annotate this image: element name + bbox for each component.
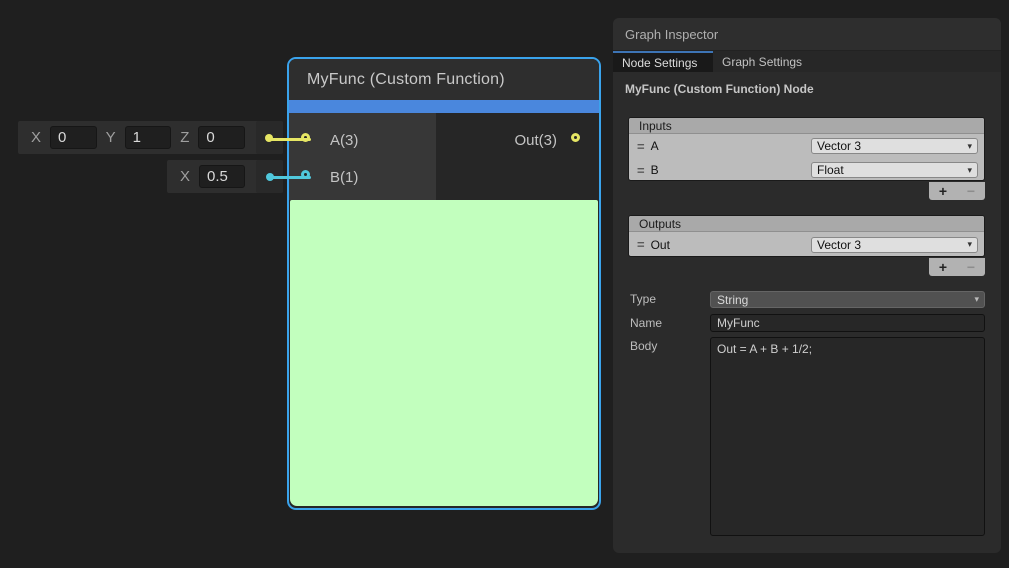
tab-node-settings[interactable]: Node Settings (613, 51, 713, 72)
input-b-type-dropdown[interactable]: Float ▾ (811, 162, 978, 178)
chevron-down-icon: ▾ (967, 165, 972, 176)
list-item[interactable]: = A Vector 3 ▾ (629, 134, 984, 158)
custom-function-node[interactable]: MyFunc (Custom Function) A(3) B(1) Out(3… (287, 57, 601, 510)
edge-vector3-to-a[interactable] (269, 138, 311, 141)
inputs-list-footer: + − (929, 182, 985, 200)
tab-graph-settings[interactable]: Graph Settings (713, 51, 816, 72)
z-axis-label: Z (180, 129, 189, 146)
input-a-type-dropdown[interactable]: Vector 3 ▾ (811, 138, 978, 154)
output-type-dropdown[interactable]: Vector 3 ▾ (811, 237, 978, 253)
float-input-node[interactable]: X 0.5 (167, 160, 283, 193)
z-value-field[interactable]: 0 (198, 126, 245, 149)
inspector-tab-bar: Node Settings Graph Settings (613, 51, 1001, 72)
port-label-out: Out(3) (514, 132, 557, 149)
remove-output-button[interactable]: − (967, 259, 975, 275)
x-axis-label: X (31, 129, 41, 146)
selected-node-label: MyFunc (Custom Function) Node (625, 82, 814, 96)
list-item[interactable]: = B Float ▾ (629, 158, 984, 181)
vector3-input-node[interactable]: X 0 Y 1 Z 0 (18, 121, 283, 154)
node-title: MyFunc (Custom Function) (307, 71, 505, 89)
inputs-list-title: Inputs (639, 119, 672, 133)
node-preview[interactable] (290, 200, 598, 506)
input-name: A (651, 139, 659, 153)
inspector-title-bar[interactable]: Graph Inspector (613, 18, 1001, 51)
type-label: Type (630, 292, 656, 306)
inputs-list-header: Inputs (629, 118, 984, 134)
node-title-bar[interactable]: MyFunc (Custom Function) (289, 59, 599, 100)
chevron-down-icon: ▾ (974, 294, 979, 305)
x-value-field[interactable]: 0 (50, 126, 97, 149)
port-out[interactable] (571, 133, 580, 142)
tab-node-settings-label: Node Settings (622, 56, 697, 70)
inspector-title: Graph Inspector (625, 27, 718, 42)
chevron-down-icon: ▾ (967, 239, 972, 250)
chevron-down-icon: ▾ (967, 141, 972, 152)
node-input-zone (289, 113, 436, 200)
y-axis-label: Y (106, 129, 116, 146)
edge-float-to-b[interactable] (269, 176, 311, 179)
drag-handle-icon[interactable]: = (637, 139, 644, 154)
list-item[interactable]: = Out Vector 3 ▾ (629, 232, 984, 257)
add-output-button[interactable]: + (939, 259, 947, 275)
port-label-a: A(3) (330, 132, 358, 149)
output-type-value: Vector 3 (817, 238, 861, 252)
add-input-button[interactable]: + (939, 183, 947, 199)
input-b-type-value: Float (817, 163, 844, 177)
port-label-b: B(1) (330, 169, 358, 186)
body-label: Body (630, 339, 657, 353)
x-axis-label: X (180, 168, 190, 185)
input-a-type-value: Vector 3 (817, 139, 861, 153)
body-field[interactable]: Out = A + B + 1/2; (710, 337, 985, 536)
outputs-list-header: Outputs (629, 216, 984, 232)
outputs-list-title: Outputs (639, 217, 681, 231)
name-label: Name (630, 316, 662, 330)
remove-input-button[interactable]: − (967, 183, 975, 199)
y-value-field[interactable]: 1 (125, 126, 172, 149)
drag-handle-icon[interactable]: = (637, 163, 644, 178)
outputs-list: Outputs = Out Vector 3 ▾ (628, 215, 985, 257)
node-port-area: A(3) B(1) Out(3) (289, 113, 599, 200)
outputs-list-footer: + − (929, 258, 985, 276)
graph-inspector-panel: Graph Inspector Node Settings Graph Sett… (613, 18, 1001, 553)
drag-handle-icon[interactable]: = (637, 237, 644, 252)
tab-graph-settings-label: Graph Settings (722, 55, 802, 69)
output-name: Out (651, 238, 670, 252)
name-field[interactable]: MyFunc (710, 314, 985, 332)
float-value-field[interactable]: 0.5 (199, 165, 245, 188)
inputs-list: Inputs = A Vector 3 ▾ = B Float ▾ (628, 117, 985, 181)
type-value: String (717, 293, 748, 307)
type-dropdown[interactable]: String ▾ (710, 291, 985, 308)
node-category-bar (289, 100, 599, 113)
input-name: B (651, 163, 659, 177)
